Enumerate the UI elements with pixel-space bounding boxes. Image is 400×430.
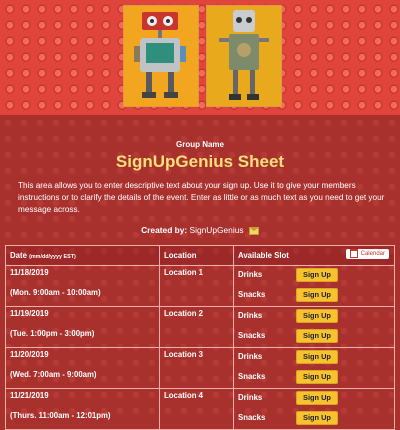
table-row: (Thurs. 11:00am - 12:01pm) Snacks Sign Up — [5, 409, 395, 430]
location-cell: Location 3 — [159, 347, 234, 368]
created-by: Created by: SignUpGenius — [0, 225, 400, 235]
page-title: SignUpGenius Sheet — [115, 152, 285, 171]
slot-cell: Drinks Sign Up — [233, 306, 395, 327]
slot-label: Snacks — [238, 413, 266, 423]
header-date: Date (mm/dd/yyyy EST) — [5, 245, 160, 266]
header-date-format: (mm/dd/yyyy EST) — [29, 254, 76, 260]
calendar-button[interactable]: Calendar — [345, 249, 389, 259]
slot-label: Drinks — [238, 270, 263, 280]
slot-cell: Snacks Sign Up — [233, 286, 395, 307]
signup-button[interactable]: Sign Up — [296, 329, 338, 343]
slot-label: Drinks — [238, 352, 263, 362]
email-icon[interactable] — [248, 226, 259, 235]
slot-cell: Snacks Sign Up — [233, 327, 395, 348]
slot-label: Snacks — [238, 331, 266, 341]
slot-cell: Drinks Sign Up — [233, 388, 395, 409]
signup-button[interactable]: Sign Up — [296, 268, 338, 282]
time-cell: (Wed. 7:00am - 9:00am) — [5, 368, 160, 389]
calendar-icon — [349, 249, 358, 258]
slot-label: Snacks — [238, 290, 266, 300]
header-location: Location — [159, 245, 234, 266]
header-slot-label: Available Slot — [238, 251, 289, 260]
table-row: (Wed. 7:00am - 9:00am) Snacks Sign Up — [5, 368, 395, 389]
group-name: Group Name — [175, 140, 224, 149]
created-by-label: Created by: — [141, 225, 188, 235]
slot-cell: Drinks Sign Up — [233, 265, 395, 286]
table-row: 11/21/2019 Location 4 Drinks Sign Up — [5, 388, 395, 409]
signup-button[interactable]: Sign Up — [296, 411, 338, 425]
table-row: 11/18/2019 Location 1 Drinks Sign Up — [5, 265, 395, 286]
time-cell: (Tue. 1:00pm - 3:00pm) — [5, 327, 160, 348]
signup-table: Date (mm/dd/yyyy EST) Location Available… — [5, 245, 395, 430]
slot-label: Snacks — [238, 372, 266, 382]
signup-button[interactable]: Sign Up — [296, 391, 338, 405]
slot-cell: Snacks Sign Up — [233, 368, 395, 389]
location-cell-empty — [159, 368, 234, 389]
slot-label: Drinks — [238, 393, 263, 403]
creator-name: SignUpGenius — [189, 225, 244, 235]
signup-button[interactable]: Sign Up — [296, 309, 338, 323]
robot-photo-left — [123, 5, 199, 107]
table-row: (Tue. 1:00pm - 3:00pm) Snacks Sign Up — [5, 327, 395, 348]
signup-button[interactable]: Sign Up — [296, 370, 338, 384]
header-date-label: Date — [10, 251, 27, 260]
robot-photo-right — [206, 5, 282, 107]
slot-label: Drinks — [238, 311, 263, 321]
header-slot: Available Slot Calendar — [233, 245, 395, 266]
calendar-label: Calendar — [360, 251, 385, 258]
time-cell: (Mon. 9:00am - 10:00am) — [5, 286, 160, 307]
table-row: 11/19/2019 Location 2 Drinks Sign Up — [5, 306, 395, 327]
slot-cell: Drinks Sign Up — [233, 347, 395, 368]
location-cell-empty — [159, 327, 234, 348]
signup-button[interactable]: Sign Up — [296, 350, 338, 364]
header-banner — [0, 0, 400, 115]
time-cell: (Thurs. 11:00am - 12:01pm) — [5, 409, 160, 430]
table-row: (Mon. 9:00am - 10:00am) Snacks Sign Up — [5, 286, 395, 307]
location-cell-empty — [159, 409, 234, 430]
date-cell: 11/20/2019 — [5, 347, 160, 368]
slot-cell: Snacks Sign Up — [233, 409, 395, 430]
location-cell-empty — [159, 286, 234, 307]
location-cell: Location 1 — [159, 265, 234, 286]
signup-button[interactable]: Sign Up — [296, 288, 338, 302]
date-cell: 11/18/2019 — [5, 265, 160, 286]
location-cell: Location 2 — [159, 306, 234, 327]
date-cell: 11/21/2019 — [5, 388, 160, 409]
location-cell: Location 4 — [159, 388, 234, 409]
date-cell: 11/19/2019 — [5, 306, 160, 327]
description-text: This area allows you to enter descriptiv… — [18, 181, 385, 214]
table-row: 11/20/2019 Location 3 Drinks Sign Up — [5, 347, 395, 368]
